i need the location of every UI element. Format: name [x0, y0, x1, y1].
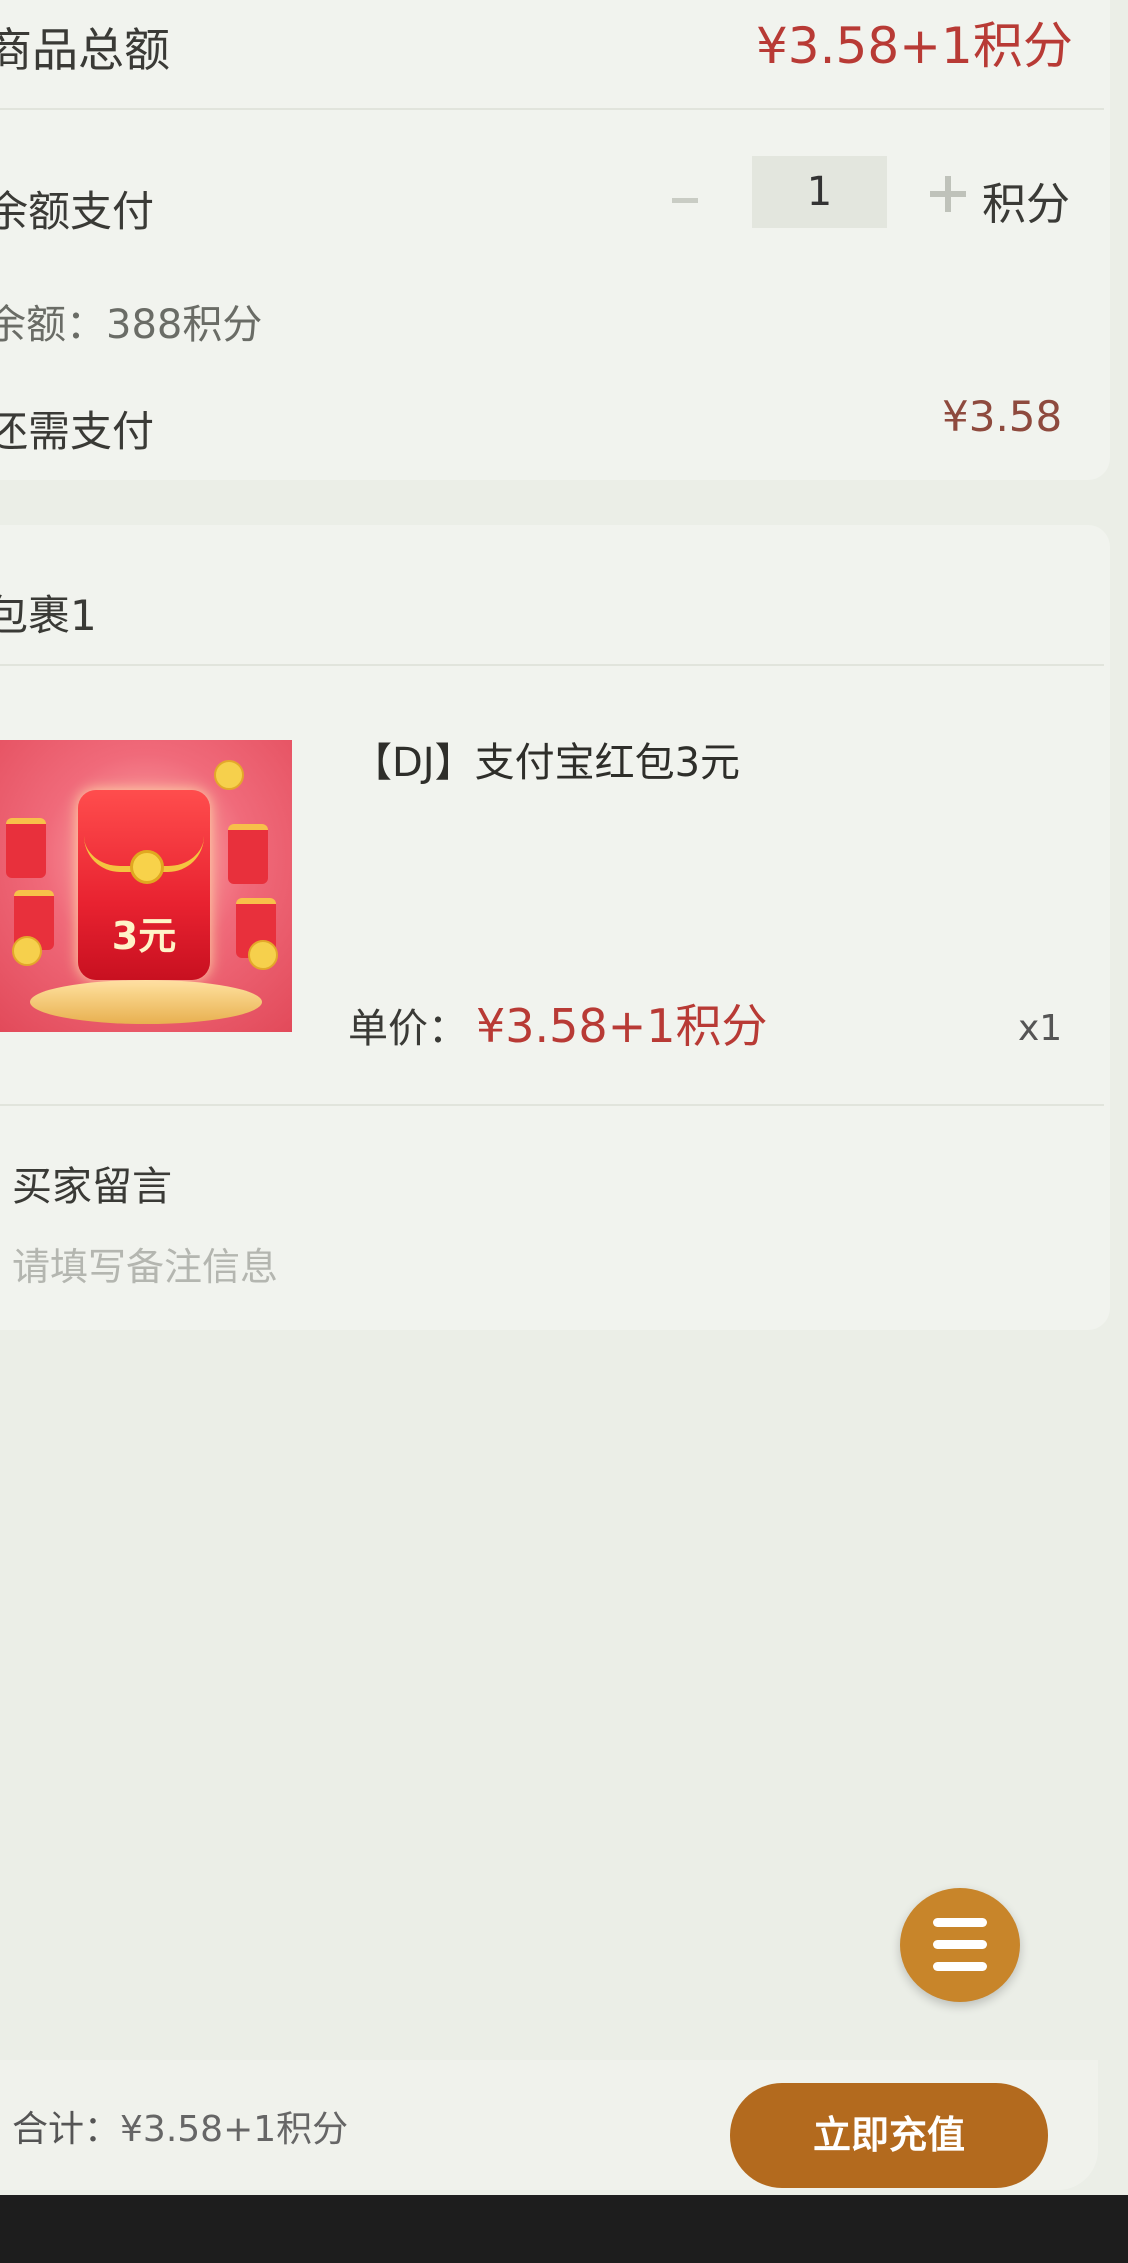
- remaining-pay-label: 还需支付: [0, 407, 155, 456]
- red-envelope-decoration: [228, 824, 268, 884]
- recharge-now-button[interactable]: 立即充值: [730, 2083, 1048, 2188]
- product-quantity: x1: [1018, 1008, 1063, 1049]
- divider: [0, 1104, 1104, 1106]
- package-title: 包裹1: [0, 591, 97, 640]
- stepper-quantity-input[interactable]: 1: [752, 156, 887, 228]
- balance-pay-label: 余额支付: [0, 187, 155, 236]
- balance-label: 余额：388积分: [0, 302, 263, 348]
- menu-icon: [933, 1918, 987, 1927]
- order-total: 合计：¥3.58+1积分: [12, 2100, 348, 2152]
- unit-price-label: 单价：: [348, 1006, 468, 1052]
- stepper-plus-button[interactable]: [930, 176, 966, 212]
- stepper-minus-button[interactable]: [672, 198, 698, 203]
- divider: [0, 664, 1104, 666]
- coin-icon: [130, 850, 164, 884]
- product-name[interactable]: 【DJ】支付宝红包3元: [352, 730, 740, 788]
- divider: [0, 108, 1104, 110]
- unit-price-value: ¥3.58+1积分: [476, 999, 768, 1053]
- envelope-amount: 3元: [111, 914, 177, 958]
- remaining-pay-value: ¥3.58: [942, 392, 1063, 441]
- product-image[interactable]: 3元: [0, 740, 292, 1032]
- coin-decoration: [214, 760, 244, 790]
- floating-menu-button[interactable]: [900, 1888, 1020, 2002]
- coin-decoration: [248, 940, 278, 970]
- total-label: 合计：: [12, 2109, 121, 2150]
- checkout-page: 商品总额 ¥3.58+1积分 余额支付 1 积分 余额：388积分 还需支付 ¥…: [0, 0, 1128, 2263]
- goods-total-value: ¥3.58+1积分: [756, 17, 1073, 75]
- podium-decoration: [30, 980, 262, 1024]
- total-value: ¥3.58+1积分: [120, 2109, 349, 2150]
- coin-decoration: [12, 936, 42, 966]
- red-envelope-graphic: 3元: [78, 790, 210, 980]
- buyer-message-input[interactable]: 请填写备注信息: [12, 1236, 278, 1291]
- red-envelope-decoration: [6, 818, 46, 878]
- device-bezel: [0, 2195, 1128, 2263]
- buyer-message-label: 买家留言: [12, 1164, 172, 1210]
- stepper-unit-label: 积分: [982, 179, 1070, 230]
- goods-total-label: 商品总额: [0, 23, 170, 77]
